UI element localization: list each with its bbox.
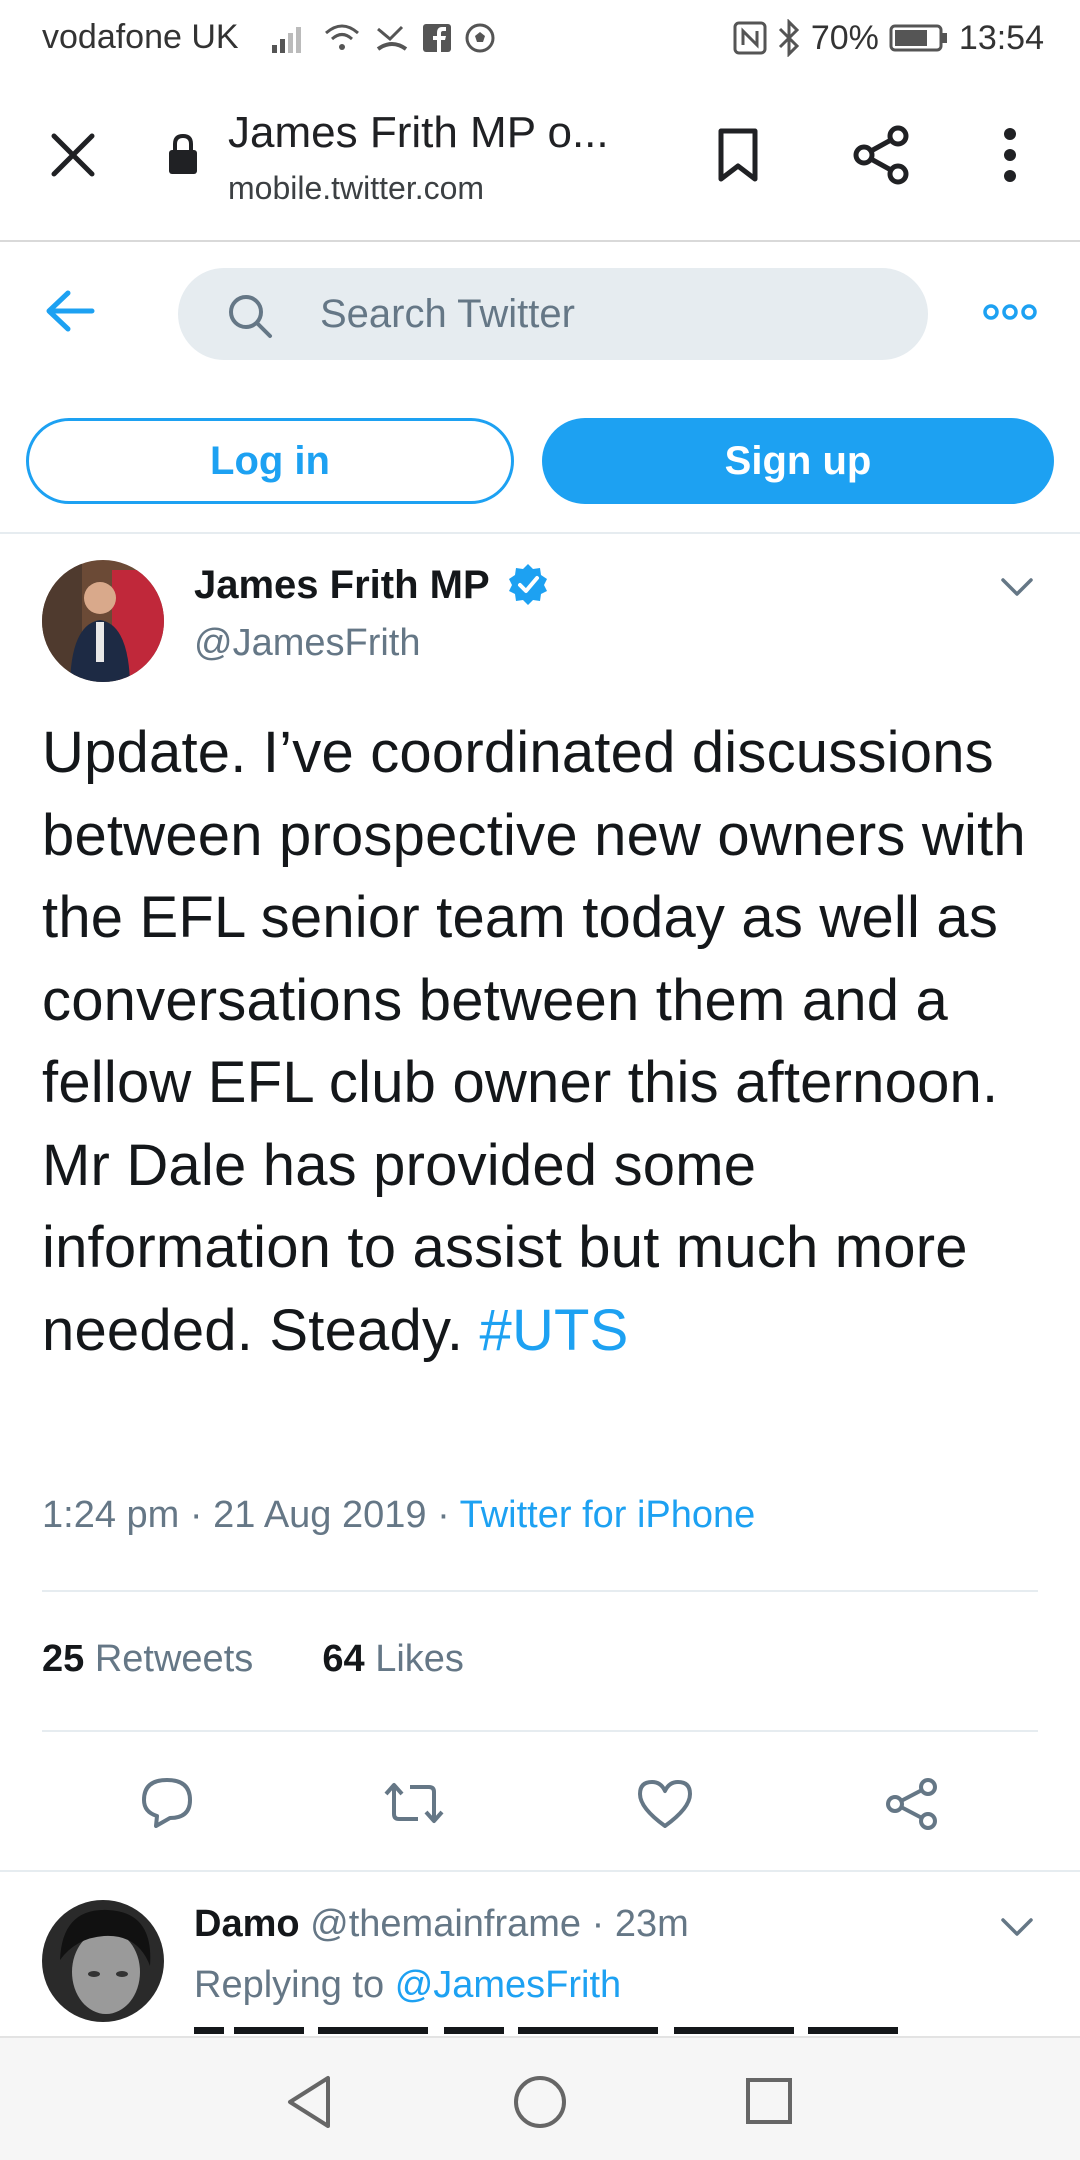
signal-icon — [272, 27, 301, 53]
nav-recents-icon[interactable] — [744, 2076, 794, 2126]
clock: 13:54 — [958, 18, 1044, 57]
tweet-meta: 1:24 pm · 21 Aug 2019 · Twitter for iPho… — [42, 1494, 756, 1536]
share-tweet-icon[interactable] — [884, 1776, 940, 1832]
page-title: James Frith MP o... — [228, 108, 609, 157]
football-icon — [465, 23, 495, 53]
reply-author-name: Damo — [194, 1903, 300, 1945]
reply-text-cropped — [194, 2027, 898, 2034]
author-name-text: James Frith MP — [194, 563, 489, 607]
bookmark-icon[interactable] — [716, 126, 760, 184]
actions-divider — [0, 1870, 1080, 1872]
reply-age: 23m — [614, 1903, 689, 1945]
search-input[interactable]: Search Twitter — [178, 268, 928, 360]
stats-divider — [42, 1730, 1038, 1732]
retweets-stat[interactable]: 25 Retweets — [42, 1638, 253, 1680]
system-icons: 70% 13:54 — [733, 18, 1044, 58]
more-vertical-icon[interactable] — [1000, 126, 1020, 184]
system-navigation-bar — [0, 2036, 1080, 2160]
carrier-label: vodafone UK — [42, 18, 239, 56]
chevron-down-icon[interactable] — [1000, 576, 1034, 598]
header-divider — [0, 532, 1080, 534]
nav-home-icon[interactable] — [512, 2074, 568, 2130]
tweet-body: Update. I’ve coordinated discussions bet… — [42, 720, 1026, 1363]
signup-button[interactable]: Sign up — [542, 418, 1054, 504]
replying-to-handle[interactable]: @JamesFrith — [395, 1964, 622, 2006]
reply-chevron-down-icon[interactable] — [1000, 1916, 1034, 1938]
close-icon[interactable] — [48, 130, 98, 180]
reply-icon[interactable] — [140, 1776, 194, 1828]
battery-percent: 70% — [810, 18, 879, 57]
replying-to: Replying to @JamesFrith — [194, 1964, 621, 2007]
tweet-date: 21 Aug 2019 — [213, 1494, 427, 1536]
likes-label: Likes — [375, 1638, 464, 1680]
battery-icon — [889, 24, 947, 52]
meta-divider — [42, 1590, 1038, 1592]
nfc-icon — [733, 21, 767, 55]
hashtag-link[interactable]: #UTS — [479, 1298, 628, 1363]
avatar[interactable] — [42, 560, 164, 682]
reply-author[interactable]: Damo @themainframe · 23m — [194, 1903, 689, 1946]
page-url[interactable]: mobile.twitter.com — [228, 170, 484, 207]
tweet-text: Update. I’ve coordinated discussions bet… — [42, 712, 1052, 1372]
search-icon — [229, 295, 272, 338]
lock-icon — [169, 133, 197, 174]
more-horizontal-icon[interactable] — [982, 302, 1038, 322]
retweet-icon[interactable] — [382, 1780, 446, 1826]
retweets-count: 25 — [42, 1638, 85, 1680]
retweets-label: Retweets — [94, 1638, 254, 1680]
login-button[interactable]: Log in — [26, 418, 514, 504]
likes-stat[interactable]: 64 Likes — [322, 1638, 464, 1680]
replying-to-label: Replying to — [194, 1964, 385, 2006]
bluetooth-icon — [778, 19, 799, 57]
missed-call-icon — [376, 25, 408, 51]
tweet-time: 1:24 pm — [42, 1494, 180, 1536]
tweet-source-link[interactable]: Twitter for iPhone — [460, 1494, 756, 1536]
wifi-icon — [325, 24, 359, 50]
back-arrow-icon[interactable] — [44, 288, 96, 334]
search-placeholder: Search Twitter — [320, 292, 575, 336]
facebook-icon — [423, 24, 451, 52]
author-handle[interactable]: @JamesFrith — [194, 622, 421, 665]
like-heart-icon[interactable] — [636, 1778, 694, 1830]
verified-badge-icon — [509, 564, 548, 605]
author-name[interactable]: James Frith MP — [194, 562, 550, 608]
tweet-stats: 25 Retweets 64 Likes — [42, 1638, 464, 1681]
nav-back-icon[interactable] — [284, 2074, 334, 2130]
notification-icons — [270, 18, 496, 58]
reply-avatar[interactable] — [42, 1900, 164, 2022]
share-icon[interactable] — [852, 124, 912, 186]
reply-author-handle: @themainframe — [310, 1903, 582, 1945]
browser-toolbar: James Frith MP o... mobile.twitter.com — [0, 74, 1080, 242]
likes-count: 64 — [322, 1638, 365, 1680]
reply-separator: · — [591, 1903, 605, 1945]
status-bar: vodafone UK 70% 13:54 — [0, 0, 1080, 74]
